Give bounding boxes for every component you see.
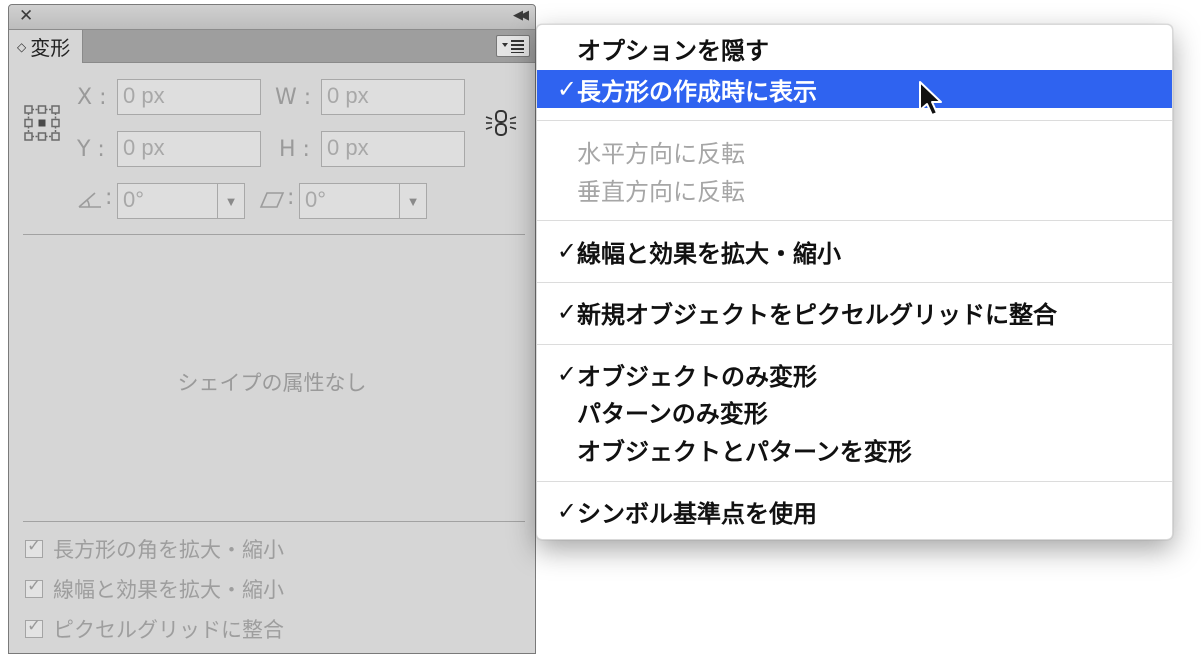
checkbox-label: 線幅と効果を拡大・縮小 <box>53 578 284 602</box>
tab-transform[interactable]: ◇ 変形 <box>9 30 83 63</box>
transform-panel: ✕ ◀◀ ◇ 変形 X: 0 px W: 0 px Y: 0 px H:… <box>8 4 536 654</box>
checkbox-icon[interactable] <box>25 536 43 558</box>
h-label: H : <box>279 137 310 162</box>
rotate-select[interactable]: 0° ▼ <box>117 183 245 219</box>
menu-check-icon: ✓ <box>556 298 577 326</box>
rotate-value: 0° <box>123 187 145 212</box>
panel-menu-icon <box>502 40 524 53</box>
checkbox-scale-corners[interactable]: 長方形の角を拡大・縮小 <box>25 535 284 563</box>
menu-check-icon: ✓ <box>556 360 577 388</box>
menu-check-icon: ✓ <box>556 497 577 525</box>
menu-item-label: 新規オブジェクトをピクセルグリッドに整合 <box>577 300 1057 329</box>
menu-item-use-symbol-registration[interactable]: ✓ シンボル基準点を使用 <box>537 492 1172 530</box>
w-label: W : <box>275 85 312 110</box>
close-icon[interactable]: ✕ <box>19 6 33 26</box>
no-shape-attributes-text: シェイプの属性なし <box>177 371 367 395</box>
mouse-pointer-icon <box>919 81 942 116</box>
menu-item-transform-pattern-only[interactable]: パターンのみ変形 <box>537 392 1172 430</box>
tab-updown-icon: ◇ <box>17 39 27 54</box>
menu-item-align-pixel-grid[interactable]: ✓ 新規オブジェクトをピクセルグリッドに整合 <box>537 293 1172 331</box>
shear-select[interactable]: 0° ▼ <box>299 183 427 219</box>
panel-menu-button[interactable] <box>496 35 530 57</box>
checkbox-pixel-grid[interactable]: ピクセルグリッドに整合 <box>25 615 284 643</box>
panel-tab-strip: ◇ 変形 <box>9 30 535 63</box>
menu-separator <box>537 282 1172 283</box>
menu-item-transform-both[interactable]: オブジェクトとパターンを変形 <box>537 430 1172 468</box>
menu-check-icon: ✓ <box>556 237 577 265</box>
menu-item-label: オプションを隠す <box>577 36 769 65</box>
width-field[interactable]: 0 px <box>321 79 465 115</box>
menu-separator <box>537 344 1172 345</box>
divider <box>23 234 525 235</box>
height-field[interactable]: 0 px <box>321 131 465 167</box>
shear-value: 0° <box>305 187 327 212</box>
collapse-panel-icon[interactable]: ◀◀ <box>513 8 529 23</box>
shear-colon: : <box>287 185 295 210</box>
y-label: Y : <box>77 137 105 162</box>
rotate-angle-icon <box>78 192 101 208</box>
menu-separator <box>537 481 1172 482</box>
checkbox-label: 長方形の角を拡大・縮小 <box>53 538 284 562</box>
x-field[interactable]: 0 px <box>117 79 261 115</box>
panel-titlebar: ✕ ◀◀ <box>9 5 535 30</box>
checkbox-icon[interactable] <box>25 576 43 598</box>
menu-item-scale-strokes[interactable]: ✓ 線幅と効果を拡大・縮小 <box>537 232 1172 270</box>
menu-item-label: 水平方向に反転 <box>577 139 745 168</box>
y-field[interactable]: 0 px <box>117 131 261 167</box>
menu-check-icon: ✓ <box>556 75 577 103</box>
menu-item-label: 長方形の作成時に表示 <box>577 77 817 106</box>
menu-item-label: 線幅と効果を拡大・縮小 <box>577 239 841 268</box>
menu-item-label: パターンのみ変形 <box>577 399 768 428</box>
checkbox-scale-strokes[interactable]: 線幅と効果を拡大・縮小 <box>25 575 284 603</box>
menu-item-label: シンボル基準点を使用 <box>577 499 817 528</box>
menu-item-show-on-rect-create[interactable]: ✓ 長方形の作成時に表示 <box>537 70 1172 108</box>
menu-item-hide-options[interactable]: オプションを隠す <box>537 29 1172 67</box>
constrain-proportions-icon[interactable] <box>484 108 518 138</box>
menu-separator <box>537 220 1172 221</box>
x-label: X : <box>77 85 107 110</box>
checkbox-label: ピクセルグリッドに整合 <box>53 618 284 642</box>
menu-item-transform-objects-only[interactable]: ✓ オブジェクトのみ変形 <box>537 355 1172 393</box>
shear-angle-icon <box>259 192 285 208</box>
chevron-down-icon[interactable]: ▼ <box>399 184 426 218</box>
menu-item-label: オブジェクトとパターンを変形 <box>577 437 912 466</box>
panel-flyout-menu: オプションを隠す ✓ 長方形の作成時に表示 水平方向に反転 垂直方向に反転 ✓ … <box>536 24 1173 540</box>
menu-item-flip-vertical[interactable]: 垂直方向に反転 <box>537 170 1172 208</box>
tab-transform-label: 変形 <box>30 36 71 60</box>
checkbox-icon[interactable] <box>25 616 43 638</box>
reference-point-icon[interactable] <box>23 104 61 142</box>
menu-item-label: オブジェクトのみ変形 <box>577 362 817 391</box>
rotate-colon: : <box>105 185 113 210</box>
menu-separator <box>537 120 1172 121</box>
chevron-down-icon[interactable]: ▼ <box>217 184 244 218</box>
menu-item-label: 垂直方向に反転 <box>577 177 745 206</box>
menu-item-flip-horizontal[interactable]: 水平方向に反転 <box>537 132 1172 170</box>
divider <box>23 521 525 522</box>
